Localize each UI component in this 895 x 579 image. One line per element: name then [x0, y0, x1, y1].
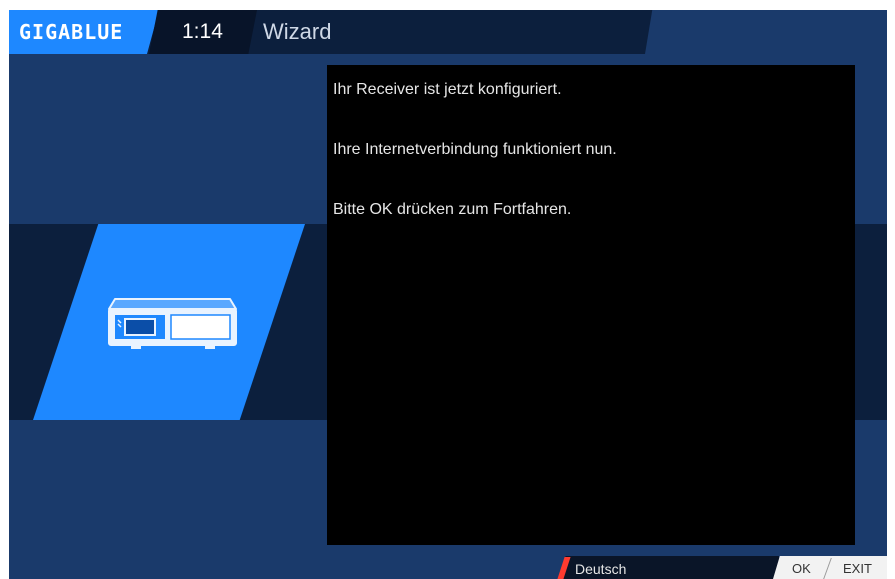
receiver-icon: [108, 298, 237, 349]
ok-button[interactable]: OK: [792, 561, 811, 577]
header-tail: [645, 10, 887, 54]
clock: 1:14: [182, 20, 223, 43]
exit-button[interactable]: EXIT: [843, 561, 872, 577]
message-panel: Ihr Receiver ist jetzt konfiguriert. Ihr…: [327, 65, 855, 545]
header-bar: GIGABLUE 1:14 Wizard: [9, 10, 887, 54]
footer-bar: Deutsch OK EXIT: [9, 556, 887, 579]
message-line-3: Bitte OK drücken zum Fortfahren.: [333, 201, 572, 218]
tv-screen: GIGABLUE 1:14 Wizard Ihr Receiver ist je…: [9, 10, 887, 579]
message-line-1: Ihr Receiver ist jetzt konfiguriert.: [333, 81, 562, 98]
language-label[interactable]: Deutsch: [575, 560, 626, 578]
page-title: Wizard: [263, 19, 332, 44]
message-line-2: Ihre Internetverbindung funktioniert nun…: [333, 141, 617, 158]
brand-logo: GIGABLUE: [19, 20, 124, 44]
